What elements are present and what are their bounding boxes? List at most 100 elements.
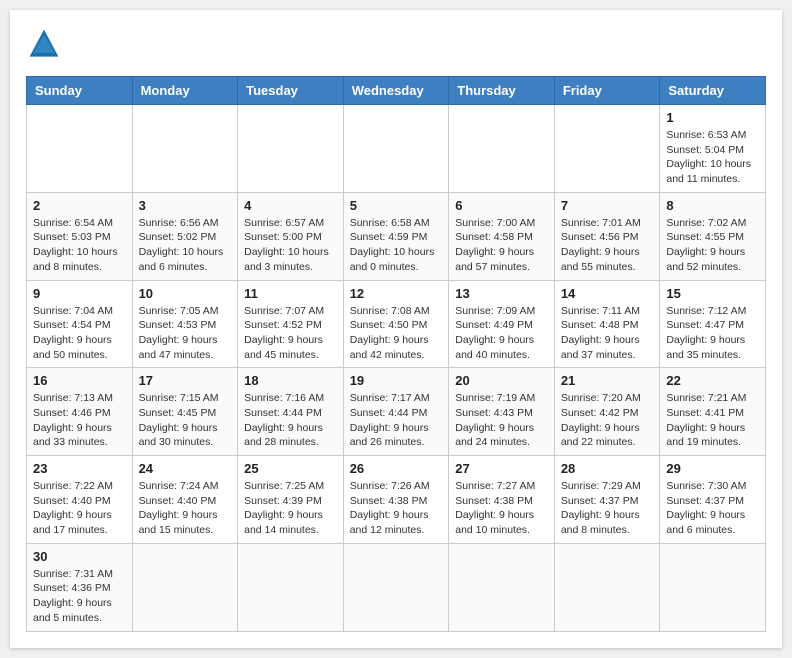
day-number: 24 xyxy=(139,461,232,476)
calendar-cell xyxy=(132,105,238,193)
calendar-cell: 2 Sunrise: 6:54 AM Sunset: 5:03 PM Daylig… xyxy=(27,192,133,280)
day-info: Sunrise: 7:15 AM Sunset: 4:45 PM Dayligh… xyxy=(139,391,232,450)
day-number: 16 xyxy=(33,373,126,388)
day-number: 8 xyxy=(666,198,759,213)
calendar-cell xyxy=(554,105,660,193)
calendar-table: SundayMondayTuesdayWednesdayThursdayFrid… xyxy=(26,76,766,632)
calendar-cell: 15Sunrise: 7:12 AM Sunset: 4:47 PM Dayli… xyxy=(660,280,766,368)
calendar-cell: 14Sunrise: 7:11 AM Sunset: 4:48 PM Dayli… xyxy=(554,280,660,368)
calendar-cell: 30Sunrise: 7:31 AM Sunset: 4:36 PM Dayli… xyxy=(27,543,133,631)
day-number: 1 xyxy=(666,110,759,125)
calendar-cell: 22Sunrise: 7:21 AM Sunset: 4:41 PM Dayli… xyxy=(660,368,766,456)
calendar-cell: 24Sunrise: 7:24 AM Sunset: 4:40 PM Dayli… xyxy=(132,456,238,544)
day-info: Sunrise: 7:31 AM Sunset: 4:36 PM Dayligh… xyxy=(33,567,126,626)
calendar-cell xyxy=(238,105,344,193)
day-info: Sunrise: 6:56 AM Sunset: 5:02 PM Dayligh… xyxy=(139,216,232,275)
week-row-2: 2 Sunrise: 6:54 AM Sunset: 5:03 PM Daylig… xyxy=(27,192,766,280)
calendar-cell: 6Sunrise: 7:00 AM Sunset: 4:58 PM Daylig… xyxy=(449,192,555,280)
day-number: 7 xyxy=(561,198,654,213)
calendar-cell: 12Sunrise: 7:08 AM Sunset: 4:50 PM Dayli… xyxy=(343,280,449,368)
calendar-cell: 8 Sunrise: 7:02 AM Sunset: 4:55 PM Daylig… xyxy=(660,192,766,280)
calendar-cell: 27 Sunrise: 7:27 AM Sunset: 4:38 PM Dayli… xyxy=(449,456,555,544)
day-number: 22 xyxy=(666,373,759,388)
calendar-body: 1 Sunrise: 6:53 AM Sunset: 5:04 PM Daylig… xyxy=(27,105,766,632)
calendar-cell: 7 Sunrise: 7:01 AM Sunset: 4:56 PM Daylig… xyxy=(554,192,660,280)
calendar-cell: 10Sunrise: 7:05 AM Sunset: 4:53 PM Dayli… xyxy=(132,280,238,368)
calendar-cell: 1 Sunrise: 6:53 AM Sunset: 5:04 PM Daylig… xyxy=(660,105,766,193)
day-number: 11 xyxy=(244,286,337,301)
week-row-5: 23 Sunrise: 7:22 AM Sunset: 4:40 PM Dayli… xyxy=(27,456,766,544)
day-number: 29 xyxy=(666,461,759,476)
calendar-cell: 5Sunrise: 6:58 AM Sunset: 4:59 PM Daylig… xyxy=(343,192,449,280)
day-header-sunday: Sunday xyxy=(27,77,133,105)
day-info: Sunrise: 7:09 AM Sunset: 4:49 PM Dayligh… xyxy=(455,304,548,363)
day-info: Sunrise: 7:26 AM Sunset: 4:38 PM Dayligh… xyxy=(350,479,443,538)
day-number: 3 xyxy=(139,198,232,213)
day-number: 18 xyxy=(244,373,337,388)
day-number: 27 xyxy=(455,461,548,476)
day-info: Sunrise: 7:07 AM Sunset: 4:52 PM Dayligh… xyxy=(244,304,337,363)
calendar-cell xyxy=(449,543,555,631)
calendar-cell: 4Sunrise: 6:57 AM Sunset: 5:00 PM Daylig… xyxy=(238,192,344,280)
day-number: 13 xyxy=(455,286,548,301)
calendar-cell: 29 Sunrise: 7:30 AM Sunset: 4:37 PM Dayli… xyxy=(660,456,766,544)
day-number: 2 xyxy=(33,198,126,213)
day-number: 9 xyxy=(33,286,126,301)
day-header-wednesday: Wednesday xyxy=(343,77,449,105)
day-info: Sunrise: 7:02 AM Sunset: 4:55 PM Dayligh… xyxy=(666,216,759,275)
day-info: Sunrise: 7:29 AM Sunset: 4:37 PM Dayligh… xyxy=(561,479,654,538)
calendar-cell: 23 Sunrise: 7:22 AM Sunset: 4:40 PM Dayli… xyxy=(27,456,133,544)
day-number: 23 xyxy=(33,461,126,476)
calendar-container: SundayMondayTuesdayWednesdayThursdayFrid… xyxy=(10,10,782,648)
day-info: Sunrise: 7:19 AM Sunset: 4:43 PM Dayligh… xyxy=(455,391,548,450)
day-info: Sunrise: 7:11 AM Sunset: 4:48 PM Dayligh… xyxy=(561,304,654,363)
day-header-thursday: Thursday xyxy=(449,77,555,105)
calendar-cell: 25 Sunrise: 7:25 AM Sunset: 4:39 PM Dayli… xyxy=(238,456,344,544)
week-row-6: 30Sunrise: 7:31 AM Sunset: 4:36 PM Dayli… xyxy=(27,543,766,631)
day-number: 28 xyxy=(561,461,654,476)
day-number: 25 xyxy=(244,461,337,476)
day-info: Sunrise: 6:53 AM Sunset: 5:04 PM Dayligh… xyxy=(666,128,759,187)
day-header-monday: Monday xyxy=(132,77,238,105)
calendar-cell: 26Sunrise: 7:26 AM Sunset: 4:38 PM Dayli… xyxy=(343,456,449,544)
day-number: 10 xyxy=(139,286,232,301)
day-info: Sunrise: 7:12 AM Sunset: 4:47 PM Dayligh… xyxy=(666,304,759,363)
week-row-4: 16 Sunrise: 7:13 AM Sunset: 4:46 PM Dayli… xyxy=(27,368,766,456)
logo-icon xyxy=(26,26,62,62)
day-info: Sunrise: 7:17 AM Sunset: 4:44 PM Dayligh… xyxy=(350,391,443,450)
calendar-cell: 11 Sunrise: 7:07 AM Sunset: 4:52 PM Dayli… xyxy=(238,280,344,368)
calendar-cell: 16 Sunrise: 7:13 AM Sunset: 4:46 PM Dayli… xyxy=(27,368,133,456)
day-number: 6 xyxy=(455,198,548,213)
day-header-friday: Friday xyxy=(554,77,660,105)
calendar-cell: 9 Sunrise: 7:04 AM Sunset: 4:54 PM Daylig… xyxy=(27,280,133,368)
calendar-cell: 3 Sunrise: 6:56 AM Sunset: 5:02 PM Daylig… xyxy=(132,192,238,280)
day-number: 20 xyxy=(455,373,548,388)
calendar-cell: 28 Sunrise: 7:29 AM Sunset: 4:37 PM Dayli… xyxy=(554,456,660,544)
calendar-cell xyxy=(238,543,344,631)
calendar-cell xyxy=(449,105,555,193)
day-info: Sunrise: 7:25 AM Sunset: 4:39 PM Dayligh… xyxy=(244,479,337,538)
day-info: Sunrise: 7:27 AM Sunset: 4:38 PM Dayligh… xyxy=(455,479,548,538)
calendar-cell: 19 Sunrise: 7:17 AM Sunset: 4:44 PM Dayli… xyxy=(343,368,449,456)
day-info: Sunrise: 7:01 AM Sunset: 4:56 PM Dayligh… xyxy=(561,216,654,275)
calendar-cell: 18Sunrise: 7:16 AM Sunset: 4:44 PM Dayli… xyxy=(238,368,344,456)
logo xyxy=(26,26,68,62)
day-number: 19 xyxy=(350,373,443,388)
day-info: Sunrise: 6:58 AM Sunset: 4:59 PM Dayligh… xyxy=(350,216,443,275)
day-info: Sunrise: 7:13 AM Sunset: 4:46 PM Dayligh… xyxy=(33,391,126,450)
calendar-cell xyxy=(343,105,449,193)
calendar-cell: 13 Sunrise: 7:09 AM Sunset: 4:49 PM Dayli… xyxy=(449,280,555,368)
calendar-cell: 21Sunrise: 7:20 AM Sunset: 4:42 PM Dayli… xyxy=(554,368,660,456)
day-number: 17 xyxy=(139,373,232,388)
calendar-cell xyxy=(27,105,133,193)
calendar-header-row: SundayMondayTuesdayWednesdayThursdayFrid… xyxy=(27,77,766,105)
day-info: Sunrise: 7:20 AM Sunset: 4:42 PM Dayligh… xyxy=(561,391,654,450)
day-info: Sunrise: 7:22 AM Sunset: 4:40 PM Dayligh… xyxy=(33,479,126,538)
day-info: Sunrise: 7:30 AM Sunset: 4:37 PM Dayligh… xyxy=(666,479,759,538)
day-info: Sunrise: 6:57 AM Sunset: 5:00 PM Dayligh… xyxy=(244,216,337,275)
day-number: 12 xyxy=(350,286,443,301)
day-info: Sunrise: 6:54 AM Sunset: 5:03 PM Dayligh… xyxy=(33,216,126,275)
day-header-tuesday: Tuesday xyxy=(238,77,344,105)
day-info: Sunrise: 7:04 AM Sunset: 4:54 PM Dayligh… xyxy=(33,304,126,363)
calendar-header xyxy=(26,26,766,62)
